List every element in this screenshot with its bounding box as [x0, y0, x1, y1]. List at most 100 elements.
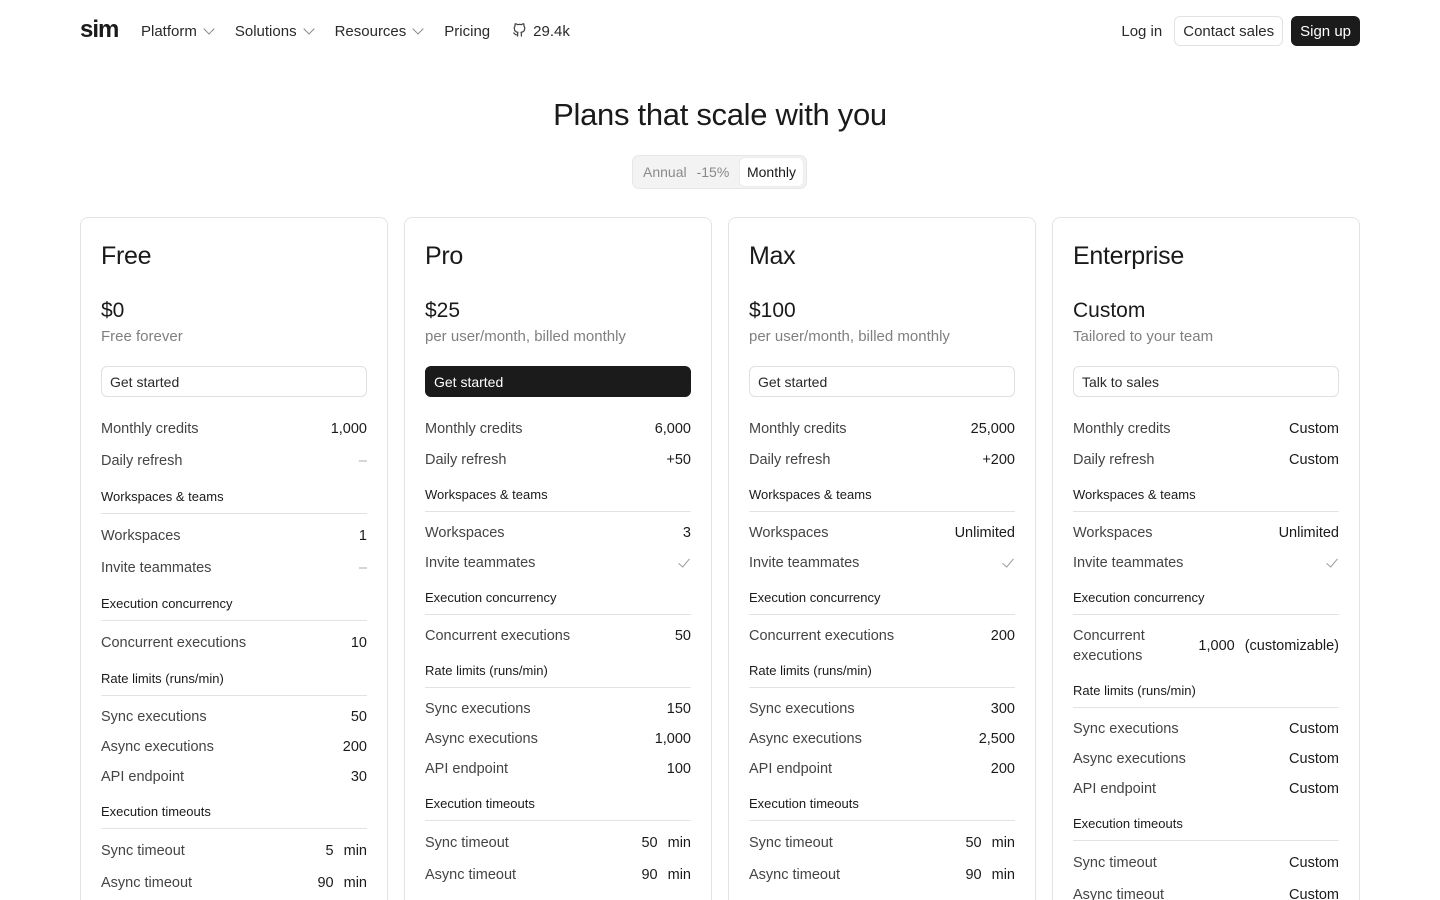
page-title: Plans that scale with you [553, 97, 887, 132]
row-label: Sync executions [425, 701, 531, 717]
nav-pricing[interactable]: Pricing [444, 23, 490, 40]
plan-price: $0 [101, 299, 125, 322]
row-label: Concurrent executions [425, 628, 571, 644]
timeout-value: 50 [641, 835, 658, 851]
timeout-value: 50 [965, 835, 982, 851]
plan-card-pro: Pro $25 per user/month, billed monthly G… [404, 217, 712, 900]
row-value: 50 min [965, 835, 1015, 851]
contact-sales-button[interactable]: Contact sales [1174, 16, 1284, 46]
row-value: 1,000 (customizable) [1198, 638, 1339, 654]
row-label: API endpoint [749, 761, 833, 777]
row-value: 30 [350, 769, 367, 785]
plan-card-free: Free $0 Free forever Get started Monthly… [80, 217, 388, 900]
timeout-unit: min [667, 867, 691, 883]
row-label: Async timeout [1073, 887, 1165, 900]
row-label: Async executions [749, 731, 862, 747]
row-label: Sync timeout [749, 835, 833, 851]
talk-to-sales-button[interactable]: Talk to sales [1073, 366, 1339, 397]
nav-resources[interactable]: Resources [334, 22, 424, 40]
check-icon [1002, 555, 1015, 571]
row-label: Async executions [425, 731, 538, 747]
row-label: Sync executions [1073, 721, 1179, 737]
row-label: Concurrent executions [1073, 628, 1145, 664]
sign-up-button[interactable]: Sign up [1291, 16, 1360, 46]
row-value: 50 [674, 628, 691, 644]
check-icon [678, 555, 691, 571]
row-label: Sync timeout [425, 835, 509, 851]
toggle-annual[interactable]: Annual -15% [636, 164, 736, 180]
row-label: Monthly credits [749, 421, 847, 437]
row-workspaces: Workspaces 1 [101, 520, 367, 552]
nav-actions: Log in Contact sales Sign up [1113, 16, 1360, 46]
row-value: 300 [990, 701, 1015, 717]
row-workspaces: Workspaces Unlimited [749, 518, 1015, 548]
plan-price-sub: per user/month, billed monthly [425, 328, 626, 345]
row-label: Daily refresh [749, 452, 831, 468]
section-header: Execution timeouts [425, 784, 691, 821]
github-stars-link[interactable]: 29.4k [512, 22, 570, 41]
row-sync-timeout: Sync timeout 50 min [749, 827, 1015, 859]
row-label: Sync timeout [101, 843, 185, 859]
timeout-unit: min [991, 867, 1015, 883]
row-value: Custom [1289, 421, 1339, 437]
row-sync: Sync executions 300 [749, 694, 1015, 724]
toggle-monthly[interactable]: Monthly [739, 158, 803, 186]
row-value: 90 min [317, 875, 367, 891]
row-async-timeout: Async timeout 90 min [749, 859, 1015, 891]
section-header: Execution concurrency [1073, 578, 1339, 615]
get-started-button[interactable]: Get started [101, 366, 367, 397]
row-label: Daily refresh [101, 453, 183, 469]
row-value: Unlimited [954, 525, 1015, 541]
section-header: Execution timeouts [1073, 804, 1339, 841]
section-header: Rate limits (runs/min) [749, 651, 1015, 688]
github-icon [512, 22, 527, 41]
row-label: Invite teammates [1073, 555, 1184, 571]
section-header: Execution concurrency [749, 578, 1015, 615]
chevron-down-icon [302, 23, 315, 35]
plan-price: $100 [749, 299, 796, 322]
nav-solutions[interactable]: Solutions [234, 22, 315, 40]
nav-platform[interactable]: Platform [141, 23, 215, 40]
row-value: 50 [350, 709, 367, 725]
plan-price: $25 [425, 299, 461, 322]
billing-toggle: Annual -15% Monthly [632, 155, 807, 189]
row-monthly-credits: Monthly credits Custom [1073, 413, 1339, 445]
row-concurrent: Concurrent executions 50 [425, 621, 691, 651]
row-api: API endpoint 200 [749, 754, 1015, 784]
plan-price-sub: Tailored to your team [1073, 328, 1214, 345]
login-link[interactable]: Log in [1113, 17, 1170, 46]
row-value: +200 [982, 452, 1015, 468]
row-label: Concurrent executions [101, 635, 247, 651]
section-header: Execution timeouts [101, 792, 367, 829]
row-label: API endpoint [101, 769, 185, 785]
row-label: Monthly credits [425, 421, 523, 437]
row-async-timeout: Async timeout Custom [1073, 879, 1339, 900]
row-label: Daily refresh [425, 452, 507, 468]
row-value: 10 [350, 635, 367, 651]
nav-solutions-label: Solutions [234, 22, 297, 40]
section-header: Workspaces & teams [425, 475, 691, 512]
row-concurrent: Concurrent executions 200 [749, 621, 1015, 651]
row-invite: Invite teammates [749, 548, 1015, 578]
chevron-down-icon [203, 23, 215, 35]
row-api: API endpoint 100 [425, 754, 691, 784]
section-header: Execution concurrency [101, 584, 367, 621]
row-value: – [358, 560, 367, 576]
nav-resources-label: Resources [334, 22, 407, 40]
row-label: API endpoint [425, 761, 509, 777]
row-value: 150 [666, 701, 691, 717]
get-started-button[interactable]: Get started [749, 366, 1015, 397]
chevron-down-icon [412, 23, 424, 35]
plan-name: Enterprise [1073, 242, 1184, 270]
timeout-value: 90 [317, 875, 334, 891]
row-sync-timeout: Sync timeout 5 min [101, 835, 367, 867]
logo[interactable]: sim [80, 16, 119, 44]
row-value: +50 [666, 452, 691, 468]
row-value: Custom [1289, 751, 1339, 767]
row-label: Workspaces [1073, 525, 1153, 541]
get-started-button[interactable]: Get started [425, 366, 691, 397]
timeout-unit: min [667, 835, 691, 851]
row-value: 6,000 [654, 421, 691, 437]
row-value: 1,000 [330, 421, 367, 437]
row-value: 3 [682, 525, 691, 541]
